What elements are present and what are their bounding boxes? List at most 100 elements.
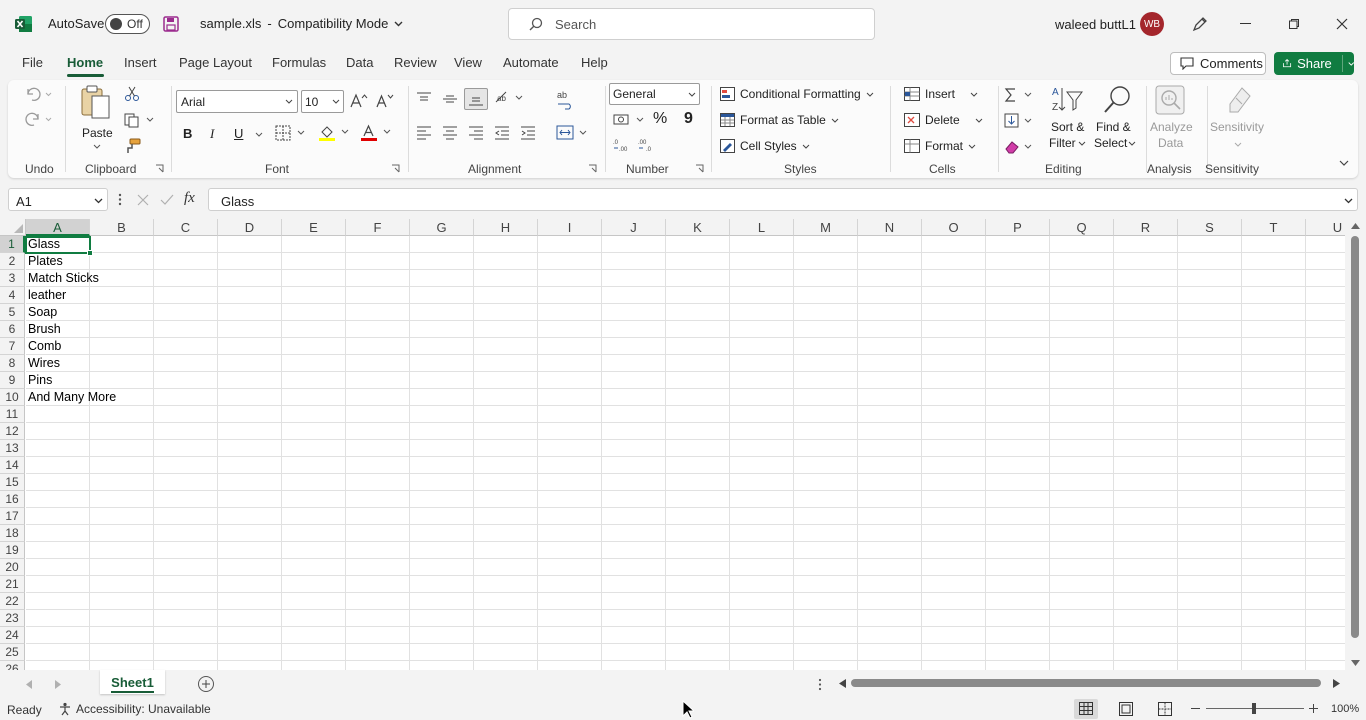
bold-button[interactable]: B bbox=[183, 126, 192, 141]
horizontal-scrollbar[interactable] bbox=[835, 674, 1345, 692]
cell-styles-button[interactable]: Cell Styles bbox=[720, 139, 810, 153]
column-header-t[interactable]: T bbox=[1242, 219, 1306, 236]
insert-cells-button[interactable]: Insert bbox=[904, 87, 978, 101]
scroll-up-icon[interactable] bbox=[1351, 223, 1360, 229]
font-name-select[interactable]: Arial bbox=[176, 90, 298, 113]
add-sheet-button[interactable] bbox=[198, 676, 214, 692]
dialog-launcher-icon[interactable] bbox=[155, 164, 164, 173]
row-header-22[interactable]: 22 bbox=[0, 593, 25, 610]
row-header-10[interactable]: 10 bbox=[0, 389, 25, 406]
clear-icon[interactable] bbox=[1004, 139, 1034, 155]
column-header-c[interactable]: C bbox=[154, 219, 218, 236]
fill-color-icon[interactable] bbox=[318, 124, 350, 142]
row-header-15[interactable]: 15 bbox=[0, 474, 25, 491]
zoom-level[interactable]: 100% bbox=[1331, 703, 1359, 715]
column-header-u[interactable]: U bbox=[1306, 219, 1345, 236]
tab-file[interactable]: File bbox=[22, 55, 43, 70]
row-header-12[interactable]: 12 bbox=[0, 423, 25, 440]
redo-icon[interactable] bbox=[24, 111, 52, 127]
tab-view[interactable]: View bbox=[454, 55, 482, 70]
page-layout-view-icon[interactable] bbox=[1119, 702, 1133, 716]
zoom-in-icon[interactable] bbox=[1309, 704, 1318, 713]
undo-icon[interactable] bbox=[24, 86, 52, 102]
increase-indent-icon[interactable] bbox=[520, 126, 536, 140]
zoom-slider[interactable] bbox=[1190, 699, 1320, 719]
scroll-right-icon[interactable] bbox=[1333, 679, 1340, 688]
horizontal-scroll-thumb[interactable] bbox=[851, 679, 1321, 687]
column-header-g[interactable]: G bbox=[410, 219, 474, 236]
decrease-indent-icon[interactable] bbox=[494, 126, 510, 140]
format-painter-icon[interactable] bbox=[124, 138, 142, 154]
align-left-icon[interactable] bbox=[416, 126, 432, 140]
zoom-thumb[interactable] bbox=[1252, 703, 1256, 714]
column-header-j[interactable]: J bbox=[602, 219, 666, 236]
italic-button[interactable]: I bbox=[210, 126, 214, 142]
underline-button[interactable]: U bbox=[234, 126, 243, 141]
row-header-23[interactable]: 23 bbox=[0, 610, 25, 627]
chevron-down-icon[interactable] bbox=[255, 132, 263, 137]
wrap-text-icon[interactable]: ab bbox=[556, 90, 574, 110]
column-header-e[interactable]: E bbox=[282, 219, 346, 236]
row-header-8[interactable]: 8 bbox=[0, 355, 25, 372]
tab-help[interactable]: Help bbox=[581, 55, 608, 70]
format-cells-button[interactable]: Format bbox=[904, 139, 976, 153]
row-header-7[interactable]: 7 bbox=[0, 338, 25, 355]
row-header-17[interactable]: 17 bbox=[0, 508, 25, 525]
sort-filter-button[interactable]: AZ Sort & Filter bbox=[1048, 84, 1088, 154]
autosum-icon[interactable] bbox=[1004, 87, 1034, 103]
cell-a8[interactable]: Wires bbox=[26, 355, 60, 372]
cell-a3[interactable]: Match Sticks bbox=[26, 270, 99, 287]
restore-button[interactable] bbox=[1272, 10, 1316, 38]
align-center-icon[interactable] bbox=[442, 126, 458, 140]
comments-button[interactable]: Comments bbox=[1170, 52, 1266, 75]
align-right-icon[interactable] bbox=[468, 126, 484, 140]
name-box[interactable]: A1 bbox=[8, 188, 108, 211]
row-header-14[interactable]: 14 bbox=[0, 457, 25, 474]
accessibility-status[interactable]: Accessibility: Unavailable bbox=[58, 702, 211, 716]
tab-insert[interactable]: Insert bbox=[124, 55, 157, 70]
column-header-s[interactable]: S bbox=[1178, 219, 1242, 236]
page-break-view-icon[interactable] bbox=[1158, 702, 1172, 716]
cell-a2[interactable]: Plates bbox=[26, 253, 63, 270]
normal-view-button[interactable] bbox=[1074, 699, 1098, 719]
collapse-ribbon-icon[interactable] bbox=[1339, 160, 1349, 166]
percent-style-button[interactable]: % bbox=[653, 110, 667, 128]
delete-cells-button[interactable]: Delete bbox=[904, 113, 983, 127]
zoom-out-icon[interactable] bbox=[1191, 708, 1200, 709]
avatar[interactable]: WB bbox=[1140, 12, 1164, 36]
row-header-16[interactable]: 16 bbox=[0, 491, 25, 508]
spreadsheet-grid[interactable]: ABCDEFGHIJKLMNOPQRSTU 1 2 3 4 5 6 7 8 9 10 11 12 13 1… bbox=[0, 219, 1345, 670]
tab-automate[interactable]: Automate bbox=[503, 55, 559, 70]
column-header-q[interactable]: Q bbox=[1050, 219, 1114, 236]
enter-icon[interactable] bbox=[160, 193, 174, 207]
share-button[interactable]: Share bbox=[1274, 52, 1354, 75]
find-select-button[interactable]: Find & Select bbox=[1094, 84, 1142, 154]
column-header-p[interactable]: P bbox=[986, 219, 1050, 236]
conditional-formatting-button[interactable]: Conditional Formatting bbox=[720, 87, 874, 101]
column-header-i[interactable]: I bbox=[538, 219, 602, 236]
sheet-tab-sheet1[interactable]: Sheet1 bbox=[100, 670, 165, 694]
tab-page-layout[interactable]: Page Layout bbox=[179, 55, 252, 70]
cell-a4[interactable]: leather bbox=[26, 287, 66, 304]
row-header-5[interactable]: 5 bbox=[0, 304, 25, 321]
row-header-3[interactable]: 3 bbox=[0, 270, 25, 287]
select-all-corner[interactable] bbox=[0, 219, 26, 236]
user-name[interactable]: waleed buttL1 bbox=[1055, 17, 1136, 32]
paste-button[interactable]: Paste bbox=[78, 84, 116, 154]
tab-home[interactable]: Home bbox=[67, 55, 103, 70]
row-header-18[interactable]: 18 bbox=[0, 525, 25, 542]
copy-icon[interactable] bbox=[124, 112, 156, 128]
column-header-r[interactable]: R bbox=[1114, 219, 1178, 236]
insert-function-button[interactable]: fx bbox=[184, 190, 195, 207]
vertical-scroll-thumb[interactable] bbox=[1351, 236, 1359, 638]
font-size-select[interactable]: 10 bbox=[301, 90, 344, 113]
column-header-b[interactable]: B bbox=[90, 219, 154, 236]
document-title[interactable]: sample.xls - Compatibility Mode bbox=[200, 16, 403, 31]
vertical-scrollbar[interactable] bbox=[1346, 219, 1366, 670]
column-header-f[interactable]: F bbox=[346, 219, 410, 236]
sensitivity-button[interactable]: Sensitivity bbox=[1210, 84, 1266, 154]
fill-handle[interactable] bbox=[87, 250, 93, 256]
column-header-n[interactable]: N bbox=[858, 219, 922, 236]
row-header-20[interactable]: 20 bbox=[0, 559, 25, 576]
decrease-decimal-icon[interactable]: .00.0 bbox=[638, 138, 656, 152]
